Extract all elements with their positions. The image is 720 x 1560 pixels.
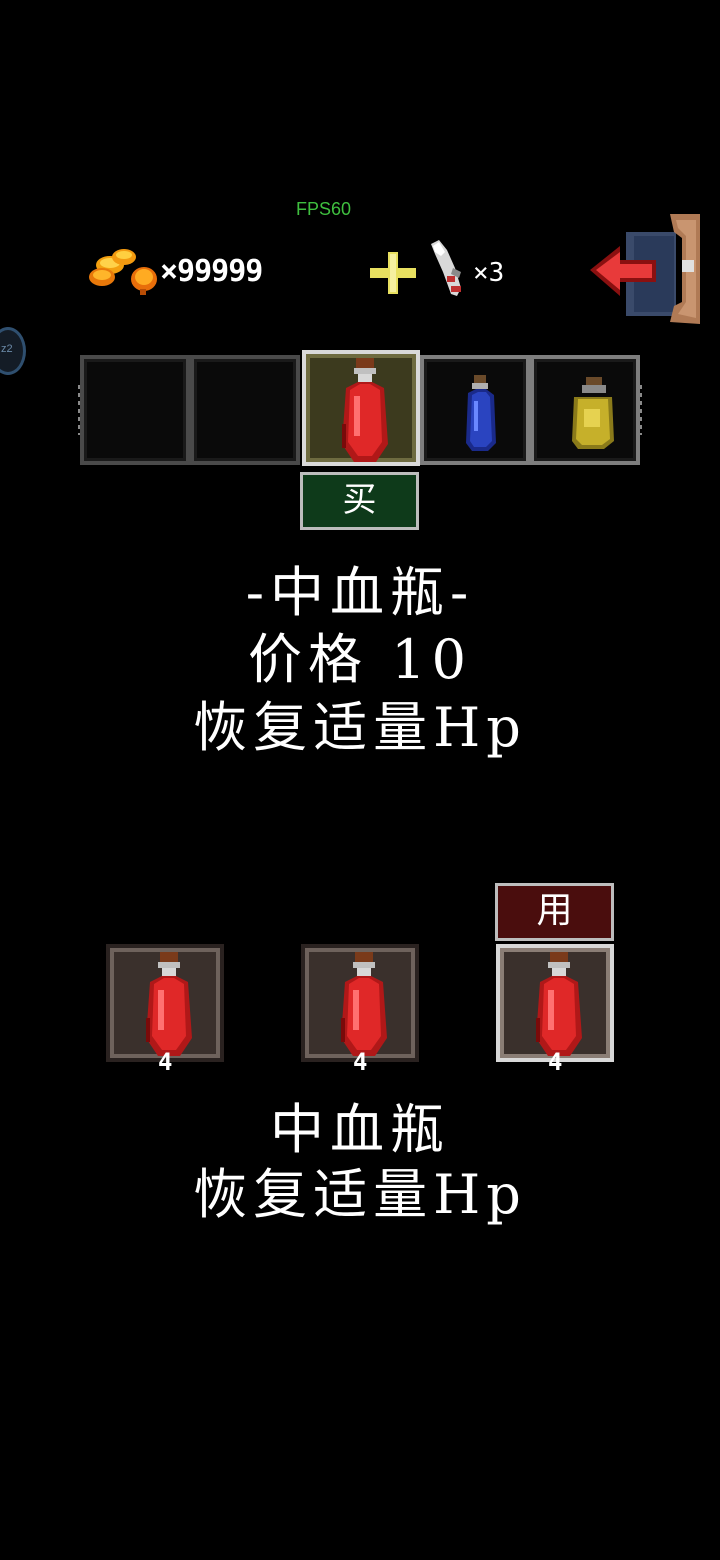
shop-item-description: 恢复适量Hp [193,696,527,759]
inventory-slot-selected[interactable]: 4 [496,944,614,1076]
gold-coins-icon [89,249,157,295]
floating-assistant-bubble[interactable]: z2 [0,327,26,375]
item-count: 4 [158,1048,173,1076]
inventory-slot[interactable]: 4 [106,944,224,1076]
shop-slot[interactable] [530,355,640,465]
red-potion-icon [342,358,388,462]
bubble-glyph: z2 [1,343,13,355]
key-count: ×3 [473,258,505,288]
yellow-potion-icon [572,377,614,449]
shop-slot-empty[interactable] [80,355,190,465]
inventory-item-description: 恢复适量Hp [193,1163,527,1226]
shop-slot[interactable] [420,355,530,465]
key-icon [431,240,461,296]
exit-button[interactable] [586,210,704,328]
shop-slot-selected[interactable] [302,350,420,466]
shop-slot-empty[interactable] [190,355,300,465]
use-button[interactable]: 用 [495,883,614,941]
item-count: 4 [353,1048,368,1076]
fps-counter: FPS60 [296,199,352,219]
buy-button[interactable]: 买 [300,472,419,530]
plus-icon[interactable] [368,250,418,296]
blue-potion-icon [466,375,496,451]
inventory-slot[interactable]: 4 [301,944,419,1076]
coin-count: ×99999 [160,254,263,289]
item-count: 4 [548,1048,563,1076]
